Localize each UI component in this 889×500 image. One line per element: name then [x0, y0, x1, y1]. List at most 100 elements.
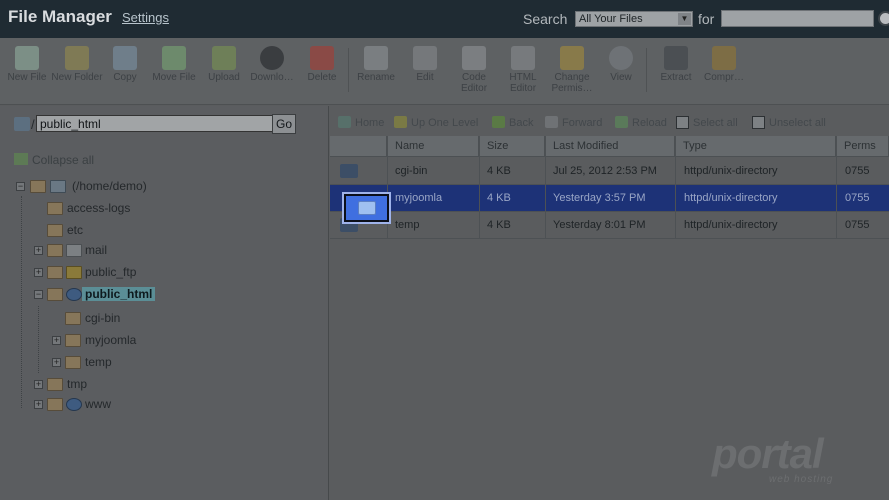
- new-file-button[interactable]: New File: [1, 46, 53, 83]
- new-folder-icon: [65, 46, 89, 70]
- expand-toggle-icon[interactable]: +: [34, 400, 43, 409]
- path-go-button[interactable]: Go: [272, 114, 296, 134]
- copy-label: Copy: [113, 72, 137, 83]
- expand-toggle-icon[interactable]: +: [52, 358, 61, 367]
- collapse-toggle-icon[interactable]: −: [34, 290, 43, 299]
- tree-label: access-logs: [67, 201, 131, 215]
- cell-type: httpd/unix-directory: [684, 192, 778, 204]
- tree-item-myjoomla[interactable]: + myjoomla: [16, 332, 316, 352]
- tree-item-public-ftp[interactable]: + public_ftp: [16, 264, 316, 284]
- unselect-all-button[interactable]: Unselect all: [752, 116, 826, 129]
- expand-toggle-icon[interactable]: +: [34, 268, 43, 277]
- table-row-selected[interactable]: myjoomla 4 KB Yesterday 3:57 PM httpd/un…: [330, 185, 889, 212]
- back-label: Back: [509, 117, 534, 129]
- table-row[interactable]: cgi-bin 4 KB Jul 25, 2012 2:53 PM httpd/…: [330, 158, 889, 185]
- settings-link[interactable]: Settings: [122, 10, 169, 25]
- home-button[interactable]: Home: [338, 116, 384, 129]
- tree-item-mail[interactable]: + mail: [16, 242, 316, 262]
- expand-toggle-icon[interactable]: +: [52, 336, 61, 345]
- new-folder-label: New Folder: [51, 72, 103, 83]
- home-icon: [50, 180, 66, 193]
- tree-item-www[interactable]: + www: [16, 396, 316, 416]
- permissions-icon: [560, 46, 584, 70]
- unselect-all-label: Unselect all: [769, 117, 826, 129]
- path-input[interactable]: public_html: [36, 115, 281, 132]
- column-divider: [675, 136, 676, 239]
- tree-item-home[interactable]: − (/home/demo): [16, 178, 316, 198]
- code-editor-label: Code Editor: [460, 72, 488, 94]
- rename-icon: [364, 46, 388, 70]
- code-editor-button[interactable]: Code Editor: [448, 46, 500, 94]
- search-scope-select[interactable]: All Your Files ▼: [575, 11, 693, 27]
- home-label: Home: [355, 117, 385, 129]
- extract-button[interactable]: Extract: [650, 46, 702, 83]
- folder-icon: [65, 334, 81, 347]
- tree-item-tmp[interactable]: + tmp: [16, 376, 316, 396]
- header-last-modified[interactable]: Last Modified: [545, 136, 675, 157]
- cell-modified: Yesterday 3:57 PM: [553, 192, 646, 204]
- cell-size: 4 KB: [487, 192, 511, 204]
- checkbox-checked-icon: [676, 116, 689, 129]
- html-editor-label: HTML Editor: [509, 72, 537, 94]
- header-type[interactable]: Type: [675, 136, 836, 157]
- extract-label: Extract: [660, 72, 692, 83]
- copy-button[interactable]: Copy: [99, 46, 151, 83]
- compress-icon: [712, 46, 736, 70]
- collapse-all-label: Collapse all: [32, 153, 95, 167]
- cell-type: httpd/unix-directory: [684, 219, 778, 231]
- search-input[interactable]: [721, 10, 874, 27]
- collapse-icon: [14, 153, 28, 165]
- rename-button[interactable]: Rename: [350, 46, 402, 83]
- compress-button[interactable]: Compr…: [698, 46, 750, 83]
- cell-perms: 0755: [845, 165, 870, 177]
- select-all-button[interactable]: Select all: [676, 116, 738, 129]
- tree-item-temp[interactable]: + temp: [16, 354, 316, 374]
- delete-button[interactable]: Delete: [296, 46, 348, 83]
- forward-label: Forward: [562, 117, 603, 129]
- expand-toggle-icon[interactable]: +: [34, 380, 43, 389]
- forward-arrow-icon: [545, 116, 558, 128]
- highlighted-folder-icon[interactable]: [342, 192, 391, 224]
- tree-label: etc: [67, 223, 84, 237]
- download-button[interactable]: Downlo…: [246, 46, 298, 83]
- view-button[interactable]: View: [595, 46, 647, 83]
- collapse-toggle-icon[interactable]: −: [16, 182, 25, 191]
- tree-item-access-logs[interactable]: access-logs: [16, 200, 316, 220]
- new-file-icon: [15, 46, 39, 70]
- download-icon: [260, 46, 284, 70]
- move-file-button[interactable]: Move File: [148, 46, 200, 83]
- tree-item-cgi-bin[interactable]: cgi-bin: [16, 310, 316, 330]
- expand-toggle-icon[interactable]: +: [34, 246, 43, 255]
- collapse-all-link[interactable]: Collapse all: [14, 153, 94, 167]
- edit-button[interactable]: Edit: [399, 46, 451, 83]
- up-one-level-button[interactable]: Up One Level: [394, 116, 478, 129]
- checkbox-icon: [752, 116, 765, 129]
- search-go-icon[interactable]: [878, 11, 889, 26]
- forward-button[interactable]: Forward: [545, 116, 602, 129]
- tree-item-etc[interactable]: etc: [16, 222, 316, 242]
- header-name[interactable]: Name: [387, 136, 479, 157]
- back-button[interactable]: Back: [492, 116, 533, 129]
- header-size[interactable]: Size: [479, 136, 545, 157]
- tree-label: mail: [85, 243, 108, 257]
- upload-button[interactable]: Upload: [198, 46, 250, 83]
- change-permissions-button[interactable]: Change Permis…: [546, 46, 598, 94]
- tree-label: tmp: [67, 377, 88, 391]
- cell-perms: 0755: [845, 192, 870, 204]
- move-file-icon: [162, 46, 186, 70]
- folder-icon: [47, 244, 63, 257]
- reload-button[interactable]: Reload: [615, 116, 667, 129]
- portal-logo-tagline: web hosting: [769, 474, 834, 485]
- html-editor-button[interactable]: HTML Editor: [497, 46, 549, 94]
- view-icon: [609, 46, 633, 70]
- header-icon-col: [330, 136, 387, 157]
- folder-icon: [47, 378, 63, 391]
- cell-type: httpd/unix-directory: [684, 165, 778, 177]
- folder-open-icon: [47, 288, 63, 301]
- new-folder-button[interactable]: New Folder: [51, 46, 103, 83]
- tree-item-public-html[interactable]: − public_html: [16, 286, 316, 306]
- table-row[interactable]: temp 4 KB Yesterday 8:01 PM httpd/unix-d…: [330, 212, 889, 239]
- mail-icon: [66, 244, 82, 257]
- folder-icon: [47, 202, 63, 215]
- header-perms[interactable]: Perms: [836, 136, 889, 157]
